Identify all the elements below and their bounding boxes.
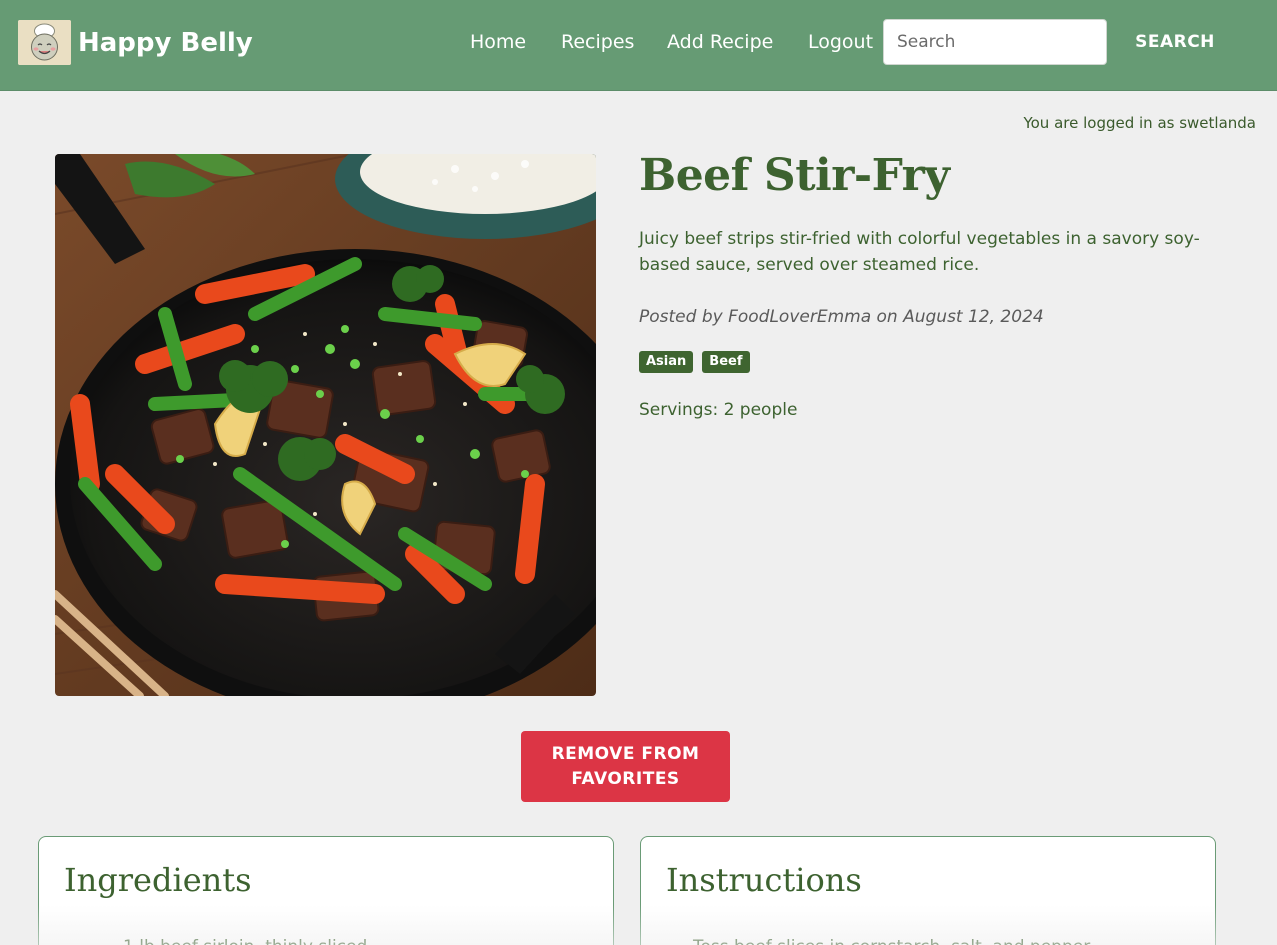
logged-in-status: You are logged in as swetlanda: [1023, 114, 1256, 132]
ingredients-card: Ingredients 1 lb beef sirloin, thinly sl…: [38, 836, 614, 945]
brand-name: Happy Belly: [78, 27, 253, 58]
nav-home[interactable]: Home: [470, 30, 526, 54]
recipe-meta: Posted by FoodLoverEmma on August 12, 20…: [639, 307, 1044, 327]
instructions-card: Instructions Toss beef slices in cornsta…: [640, 836, 1216, 945]
navbar: Happy Belly Home Recipes Add Recipe Logo…: [0, 0, 1277, 91]
tag-beef[interactable]: Beef: [702, 351, 750, 373]
recipe-photo: [55, 154, 596, 696]
nav-recipes[interactable]: Recipes: [561, 30, 634, 54]
search-input[interactable]: [883, 19, 1107, 65]
servings: Servings: 2 people: [639, 400, 798, 420]
tag-asian[interactable]: Asian: [639, 351, 694, 373]
remove-from-favorites-button[interactable]: REMOVE FROM FAVORITES: [521, 731, 730, 802]
recipe-description: Juicy beef strips stir-fried with colorf…: [639, 229, 1200, 275]
tag-list: Asian Beef: [639, 351, 750, 373]
ingredients-heading: Ingredients: [64, 861, 252, 899]
nav-add-recipe[interactable]: Add Recipe: [667, 30, 773, 54]
instructions-heading: Instructions: [666, 861, 862, 899]
instruction-step: Toss beef slices in cornstarch, salt, an…: [693, 937, 1094, 945]
chef-mascot-icon: [18, 20, 71, 65]
recipe-title: Beef Stir-Fry: [639, 150, 950, 201]
search-button[interactable]: SEARCH: [1118, 19, 1232, 65]
ingredient-item: 1 lb beef sirloin, thinly sliced: [123, 937, 367, 945]
nav-logout[interactable]: Logout: [808, 30, 873, 54]
brand-link[interactable]: Happy Belly: [18, 20, 253, 65]
